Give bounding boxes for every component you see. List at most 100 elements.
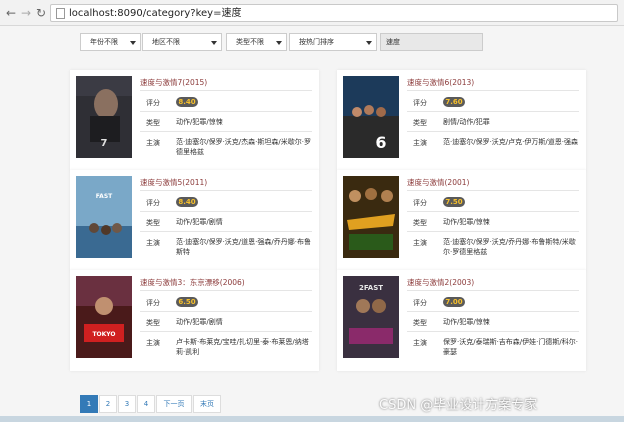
reload-icon[interactable]: ↻ <box>35 7 47 19</box>
divider <box>407 111 579 112</box>
genre-value: 剧情/动作/犯罪 <box>443 118 490 126</box>
genre-value: 动作/犯罪/惊悚 <box>176 118 223 126</box>
movie-title[interactable]: 速度与激情3：东京漂移(2006) <box>140 277 245 288</box>
movie-poster[interactable]: FAST <box>76 176 132 258</box>
genre-label: 类型 <box>413 119 427 127</box>
cast-label: 主演 <box>146 139 160 147</box>
cast-value: 卢卡斯·布莱克/宝哇/扎切里·泰·布莱恩/纳塔莉·凯利 <box>176 338 309 356</box>
cast-value: 范·迪塞尔/保罗·沃克/道恩·强森/乔丹娜·布鲁斯特 <box>176 238 311 256</box>
svg-text:6: 6 <box>375 133 386 152</box>
movie-poster[interactable]: 7 <box>76 76 132 158</box>
movie-poster[interactable]: 6 <box>343 76 399 158</box>
cast-value: 保罗·沃克/泰瑞斯·吉布森/伊娃·门德斯/科尔·豪瑟 <box>443 338 578 356</box>
genre-value: 动作/犯罪/剧情 <box>176 218 223 226</box>
cast-value: 范·迪塞尔/保罗·沃克/杰森·斯坦森/米歇尔·罗德里格兹 <box>176 138 311 156</box>
forward-arrow-icon[interactable]: → <box>20 7 32 19</box>
divider <box>407 131 579 132</box>
watermark: CSDN @毕业设计方案专家 <box>379 398 538 413</box>
divider <box>140 331 312 332</box>
rating-label: 评分 <box>413 299 427 307</box>
cast-label: 主演 <box>413 139 427 147</box>
genre-label: 类型 <box>146 219 160 227</box>
next-page-button[interactable]: 下一页 <box>156 395 192 413</box>
rating-label: 评分 <box>146 299 160 307</box>
divider <box>140 111 312 112</box>
divider <box>140 131 312 132</box>
page-1-button[interactable]: 1 <box>80 395 98 413</box>
divider <box>407 311 579 312</box>
genre-value: 动作/犯罪/剧情 <box>176 318 223 326</box>
rating-label: 评分 <box>413 99 427 107</box>
rating-label: 评分 <box>146 99 160 107</box>
divider <box>407 290 579 291</box>
movie-title[interactable]: 速度与激情2(2003) <box>407 277 474 288</box>
year-select[interactable]: 年份不限 <box>80 33 141 51</box>
taskbar-edge <box>0 416 624 422</box>
search-input[interactable]: 速度 <box>380 33 483 51</box>
divider <box>140 190 312 191</box>
cast-label: 主演 <box>413 339 427 347</box>
divider <box>407 190 579 191</box>
divider <box>407 331 579 332</box>
movie-poster[interactable]: TOKYO <box>76 276 132 358</box>
page-2-button[interactable]: 2 <box>99 395 117 413</box>
divider <box>407 231 579 232</box>
movie-title[interactable]: 速度与激情5(2011) <box>140 177 207 188</box>
movie-card[interactable]: 速度与激情(2001) 评分 7.50 类型 动作/犯罪/惊悚 主演 范·迪塞尔… <box>337 170 586 271</box>
divider <box>140 311 312 312</box>
movie-title[interactable]: 速度与激情7(2015) <box>140 77 207 88</box>
rating-badge: 7.50 <box>443 197 465 207</box>
genre-label: 类型 <box>146 119 160 127</box>
movie-title[interactable]: 速度与激情6(2013) <box>407 77 474 88</box>
cast-label: 主演 <box>413 239 427 247</box>
svg-text:2FAST: 2FAST <box>359 284 383 292</box>
divider <box>407 211 579 212</box>
address-bar[interactable]: localhost:8090/category?key=速度 <box>50 4 618 22</box>
chevron-down-icon <box>130 41 136 45</box>
movie-card[interactable]: 7 速度与激情7(2015) 评分 8.40 类型 动作/犯罪/惊悚 主演 范·… <box>70 70 319 171</box>
cast-value: 范·迪塞尔/保罗·沃克/卢克·伊万斯/道恩·强森 <box>443 138 578 146</box>
rating-badge: 8.40 <box>176 197 198 207</box>
last-page-button[interactable]: 末页 <box>193 395 221 413</box>
page-icon <box>56 8 65 19</box>
svg-text:7: 7 <box>101 138 108 149</box>
rating-badge: 6.50 <box>176 297 198 307</box>
chevron-down-icon <box>366 41 372 45</box>
rating-label: 评分 <box>146 199 160 207</box>
divider <box>140 290 312 291</box>
rating-label: 评分 <box>413 199 427 207</box>
genre-value: 动作/犯罪/惊悚 <box>443 218 490 226</box>
cast-label: 主演 <box>146 239 160 247</box>
divider <box>407 90 579 91</box>
movie-card[interactable]: TOKYO 速度与激情3：东京漂移(2006) 评分 6.50 类型 动作/犯罪… <box>70 270 319 371</box>
sort-select-value: 按热门排序 <box>299 38 334 46</box>
movie-title[interactable]: 速度与激情(2001) <box>407 177 469 188</box>
movie-card[interactable]: FAST 速度与激情5(2011) 评分 8.40 类型 动作/犯罪/剧情 主演… <box>70 170 319 271</box>
page-4-button[interactable]: 4 <box>137 395 155 413</box>
genre-label: 类型 <box>413 319 427 327</box>
movie-card[interactable]: 2FAST 速度与激情2(2003) 评分 7.00 类型 动作/犯罪/惊悚 主… <box>337 270 586 371</box>
divider <box>140 90 312 91</box>
back-arrow-icon[interactable]: ← <box>5 7 17 19</box>
cast-value: 范·迪塞尔/保罗·沃克/乔丹娜·布鲁斯特/米歇尔·罗德里格兹 <box>443 238 576 256</box>
page-3-button[interactable]: 3 <box>118 395 136 413</box>
type-select[interactable]: 类型不限 <box>226 33 287 51</box>
movie-poster[interactable]: 2FAST <box>343 276 399 358</box>
region-select[interactable]: 地区不限 <box>142 33 222 51</box>
rating-badge: 7.60 <box>443 97 465 107</box>
address-url[interactable]: localhost:8090/category?key=速度 <box>69 7 241 20</box>
genre-value: 动作/犯罪/惊悚 <box>443 318 490 326</box>
svg-text:TOKYO: TOKYO <box>92 331 115 338</box>
chevron-down-icon <box>276 41 282 45</box>
genre-label: 类型 <box>413 219 427 227</box>
movie-poster[interactable] <box>343 176 399 258</box>
svg-text:FAST: FAST <box>96 193 113 200</box>
type-select-value: 类型不限 <box>236 38 264 46</box>
year-select-value: 年份不限 <box>90 38 118 46</box>
movie-card[interactable]: 6 速度与激情6(2013) 评分 7.60 类型 剧情/动作/犯罪 主演 范·… <box>337 70 586 171</box>
rating-badge: 7.00 <box>443 297 465 307</box>
cast-label: 主演 <box>146 339 160 347</box>
divider <box>140 211 312 212</box>
rating-badge: 8.40 <box>176 97 198 107</box>
sort-select[interactable]: 按热门排序 <box>289 33 377 51</box>
